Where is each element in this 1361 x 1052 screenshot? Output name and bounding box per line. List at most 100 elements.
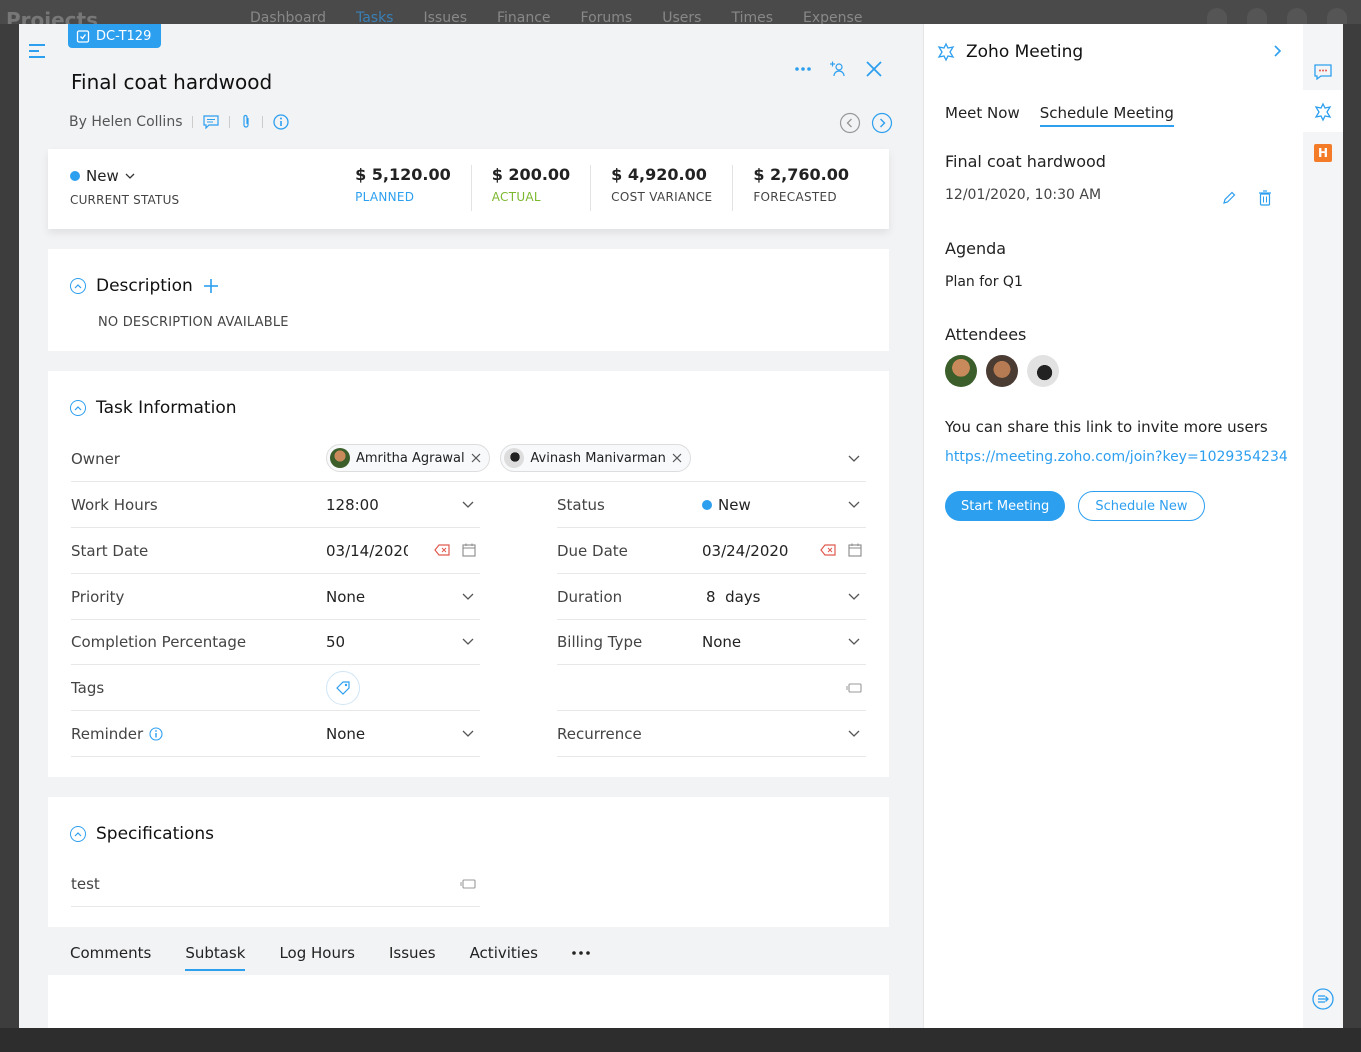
field-tags: Tags bbox=[71, 665, 480, 711]
task-id-badge[interactable]: DC-T129 bbox=[68, 24, 162, 48]
status-dropdown[interactable]: New bbox=[70, 167, 179, 185]
meeting-icon[interactable] bbox=[1313, 102, 1333, 122]
avatar bbox=[504, 448, 525, 468]
owner-name: Amritha Agrawal bbox=[356, 450, 465, 466]
comment-icon[interactable] bbox=[203, 115, 220, 129]
background-nav-item: Dashboard bbox=[250, 10, 326, 24]
start-date-value[interactable]: 03/14/2020 bbox=[326, 542, 408, 560]
meeting-link[interactable]: https://meeting.zoho.com/join?key=102935… bbox=[945, 449, 1288, 465]
chat-icon[interactable] bbox=[1313, 62, 1333, 82]
owner-chip[interactable]: Avinash Manivarman bbox=[500, 444, 691, 472]
avatar[interactable] bbox=[945, 355, 977, 387]
billing-value[interactable]: None bbox=[702, 633, 741, 651]
tab-log-hours[interactable]: Log Hours bbox=[279, 937, 355, 969]
field-label: Reminder bbox=[71, 724, 144, 743]
attendees-label: Attendees bbox=[945, 325, 1027, 344]
remove-icon[interactable] bbox=[471, 453, 481, 463]
divider bbox=[192, 116, 194, 128]
attachment-icon[interactable] bbox=[240, 114, 252, 130]
chevron-down-icon[interactable] bbox=[848, 730, 860, 738]
assign-user-icon[interactable] bbox=[829, 60, 847, 78]
field-label: Work Hours bbox=[71, 495, 158, 514]
delete-icon[interactable] bbox=[1258, 190, 1272, 206]
remove-icon[interactable] bbox=[672, 453, 682, 463]
collapse-icon[interactable] bbox=[70, 400, 86, 416]
section-header[interactable]: Task Information bbox=[70, 398, 237, 418]
cost-actual: $ 200.00 ACTUAL bbox=[470, 165, 590, 211]
menu-icon[interactable] bbox=[29, 44, 47, 58]
reminder-value[interactable]: None bbox=[326, 725, 365, 743]
owner-chip[interactable]: Amritha Agrawal bbox=[326, 444, 490, 472]
edit-icon[interactable] bbox=[1221, 190, 1237, 206]
rail-app-badge[interactable]: H bbox=[1314, 144, 1332, 162]
chevron-down-icon[interactable] bbox=[848, 638, 860, 646]
section-header[interactable]: Specifications bbox=[70, 824, 214, 844]
meeting-icon bbox=[937, 42, 955, 62]
due-date-value[interactable]: 03/24/2020 bbox=[702, 542, 788, 560]
tab-more[interactable] bbox=[572, 937, 590, 969]
rail-badge-letter: H bbox=[1317, 146, 1329, 160]
meeting-datetime: 12/01/2020, 10:30 AM bbox=[945, 187, 1102, 203]
collapse-icon[interactable] bbox=[70, 826, 86, 842]
chevron-down-icon[interactable] bbox=[462, 593, 474, 601]
calendar-icon[interactable] bbox=[848, 543, 862, 557]
add-icon[interactable] bbox=[203, 278, 219, 294]
work-hours-value[interactable]: 128:00 bbox=[326, 496, 379, 514]
chevron-right-icon[interactable] bbox=[1273, 44, 1283, 58]
chevron-down-icon[interactable] bbox=[462, 638, 474, 646]
collapse-panel-icon[interactable] bbox=[1312, 988, 1334, 1010]
info-icon[interactable] bbox=[149, 726, 163, 741]
chevron-down-icon[interactable] bbox=[848, 455, 860, 463]
chevron-down-icon bbox=[125, 173, 135, 179]
task-id: DC-T129 bbox=[96, 28, 152, 44]
background-nav-item: Times bbox=[731, 10, 774, 24]
task-header-actions bbox=[795, 60, 883, 78]
tab-meet-now[interactable]: Meet Now bbox=[945, 104, 1020, 127]
field-label: Status bbox=[557, 495, 605, 514]
meeting-tabs: Meet Now Schedule Meeting bbox=[945, 104, 1175, 127]
more-options-icon[interactable] bbox=[795, 67, 811, 71]
add-tag-button[interactable] bbox=[326, 671, 360, 705]
tab-schedule-meeting[interactable]: Schedule Meeting bbox=[1039, 104, 1175, 127]
specification-value[interactable]: test bbox=[71, 875, 100, 893]
chevron-down-icon[interactable] bbox=[848, 593, 860, 601]
chevron-down-icon[interactable] bbox=[462, 501, 474, 509]
task-title[interactable]: Final coat hardwood bbox=[71, 70, 272, 94]
edit-field-icon[interactable] bbox=[846, 682, 862, 694]
meeting-panel-title: Zoho Meeting bbox=[966, 42, 1084, 62]
status-dot bbox=[702, 499, 712, 510]
tab-comments[interactable]: Comments bbox=[70, 937, 151, 969]
clear-icon[interactable] bbox=[820, 544, 836, 556]
calendar-icon[interactable] bbox=[462, 543, 476, 557]
avatar bbox=[330, 448, 350, 468]
previous-task-icon[interactable] bbox=[839, 112, 861, 134]
duration-value[interactable]: 8 days bbox=[706, 588, 761, 606]
tab-activities[interactable]: Activities bbox=[470, 937, 538, 969]
schedule-new-button[interactable]: Schedule New bbox=[1078, 491, 1205, 521]
field-due-date: Due Date 03/24/2020 bbox=[557, 528, 866, 574]
priority-value[interactable]: None bbox=[326, 588, 365, 606]
edit-field-icon[interactable] bbox=[460, 878, 476, 890]
status-field-value[interactable]: New bbox=[702, 496, 751, 514]
meeting-panel: Zoho Meeting Meet Now Schedule Meeting F… bbox=[923, 24, 1303, 1028]
tab-issues[interactable]: Issues bbox=[389, 937, 436, 969]
chevron-down-icon[interactable] bbox=[848, 501, 860, 509]
tab-subtask[interactable]: Subtask bbox=[185, 937, 246, 971]
avatar[interactable] bbox=[986, 355, 1018, 387]
next-task-icon[interactable] bbox=[871, 112, 893, 134]
start-meeting-button[interactable]: Start Meeting bbox=[945, 491, 1066, 521]
section-header[interactable]: Description bbox=[70, 276, 219, 296]
completion-value[interactable]: 50 bbox=[326, 633, 345, 651]
status-text: New bbox=[718, 495, 751, 514]
avatar[interactable] bbox=[1027, 355, 1059, 387]
info-icon[interactable] bbox=[273, 114, 290, 130]
clear-icon[interactable] bbox=[434, 544, 450, 556]
chevron-down-icon[interactable] bbox=[462, 730, 474, 738]
divider bbox=[229, 116, 231, 128]
collapse-icon[interactable] bbox=[70, 278, 86, 294]
status-summary-card: New CURRENT STATUS $ 5,120.00 PLANNED $ … bbox=[48, 149, 889, 229]
field-label: Owner bbox=[71, 449, 120, 468]
close-icon[interactable] bbox=[865, 60, 883, 78]
cost-label: PLANNED bbox=[355, 190, 415, 204]
cost-label: COST VARIANCE bbox=[611, 190, 713, 204]
